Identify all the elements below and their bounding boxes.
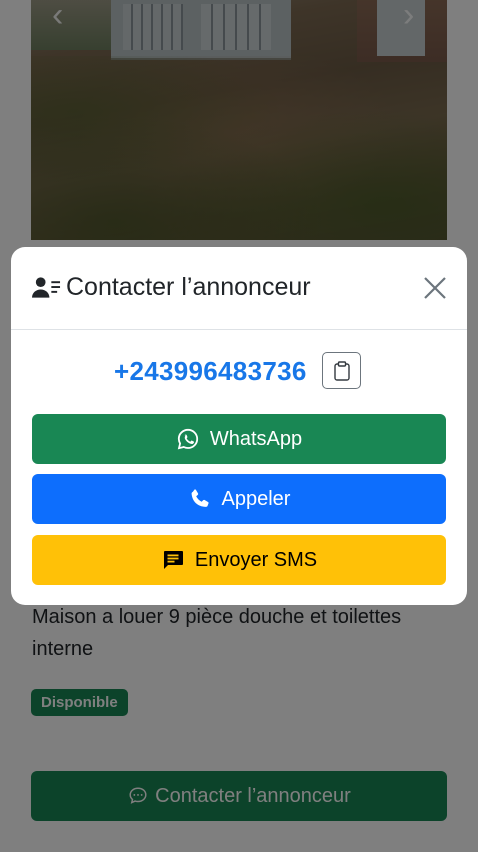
modal-title: Contacter l’annonceur [66, 273, 311, 301]
call-label: Appeler [221, 487, 291, 510]
close-icon[interactable] [421, 274, 449, 302]
contact-modal: Contacter l’annonceur +243996483736 What… [11, 247, 467, 605]
phone-icon [191, 489, 209, 507]
phone-row: +243996483736 [11, 352, 467, 392]
modal-header: Contacter l’annonceur [11, 247, 467, 330]
whatsapp-icon [177, 428, 198, 450]
sms-label: Envoyer SMS [194, 548, 318, 571]
message-icon [163, 551, 183, 569]
sms-button[interactable]: Envoyer SMS [32, 535, 446, 585]
whatsapp-label: WhatsApp [209, 427, 303, 450]
copy-phone-button[interactable] [322, 352, 361, 389]
phone-number[interactable]: +243996483736 [114, 356, 307, 387]
call-button[interactable]: Appeler [32, 474, 446, 524]
whatsapp-button[interactable]: WhatsApp [32, 414, 446, 464]
user-list-icon [32, 277, 61, 298]
clipboard-icon [333, 360, 350, 381]
